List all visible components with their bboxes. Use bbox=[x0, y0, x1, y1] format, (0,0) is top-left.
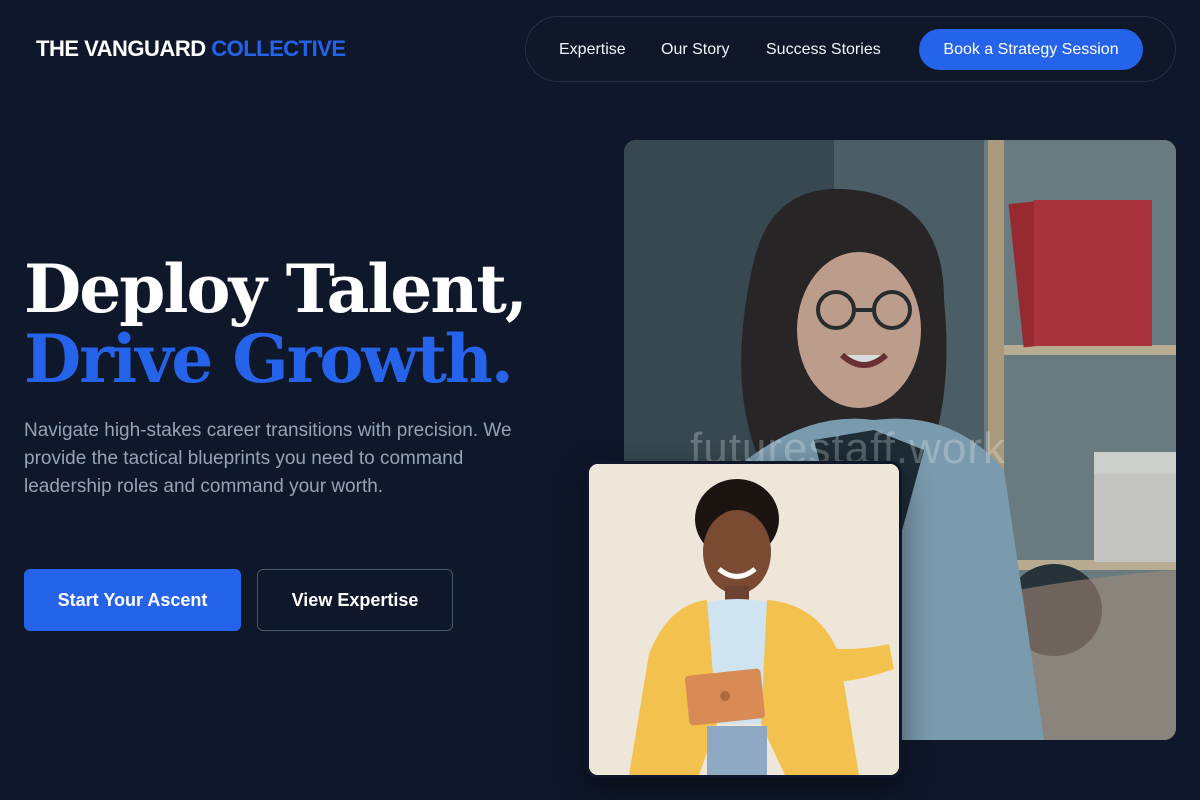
hero-headline: Deploy Talent, Drive Growth. bbox=[24, 250, 528, 398]
nav-link-expertise[interactable]: Expertise bbox=[559, 40, 626, 60]
brand-name-primary: THE VANGUARD bbox=[36, 36, 206, 61]
nav-link-success-stories[interactable]: Success Stories bbox=[766, 40, 881, 60]
book-strategy-session-button[interactable]: Book a Strategy Session bbox=[919, 29, 1143, 70]
hero-photo-secondary-illustration bbox=[589, 464, 899, 775]
hero-headline-line-2: Drive Growth. bbox=[24, 320, 514, 398]
brand-name-accent: COLLECTIVE bbox=[211, 36, 346, 61]
hero-headline-line-1: Deploy Talent, bbox=[24, 250, 528, 328]
brand-logo[interactable]: THE VANGUARD COLLECTIVE bbox=[36, 35, 346, 63]
hero-photo-secondary bbox=[586, 461, 902, 778]
start-your-ascent-button[interactable]: Start Your Ascent bbox=[24, 569, 241, 631]
main-nav: Expertise Our Story Success Stories Book… bbox=[525, 16, 1176, 82]
view-expertise-button[interactable]: View Expertise bbox=[257, 569, 453, 631]
hero-lead-text: Navigate high-stakes career transitions … bbox=[24, 420, 512, 497]
nav-link-our-story[interactable]: Our Story bbox=[661, 40, 729, 60]
